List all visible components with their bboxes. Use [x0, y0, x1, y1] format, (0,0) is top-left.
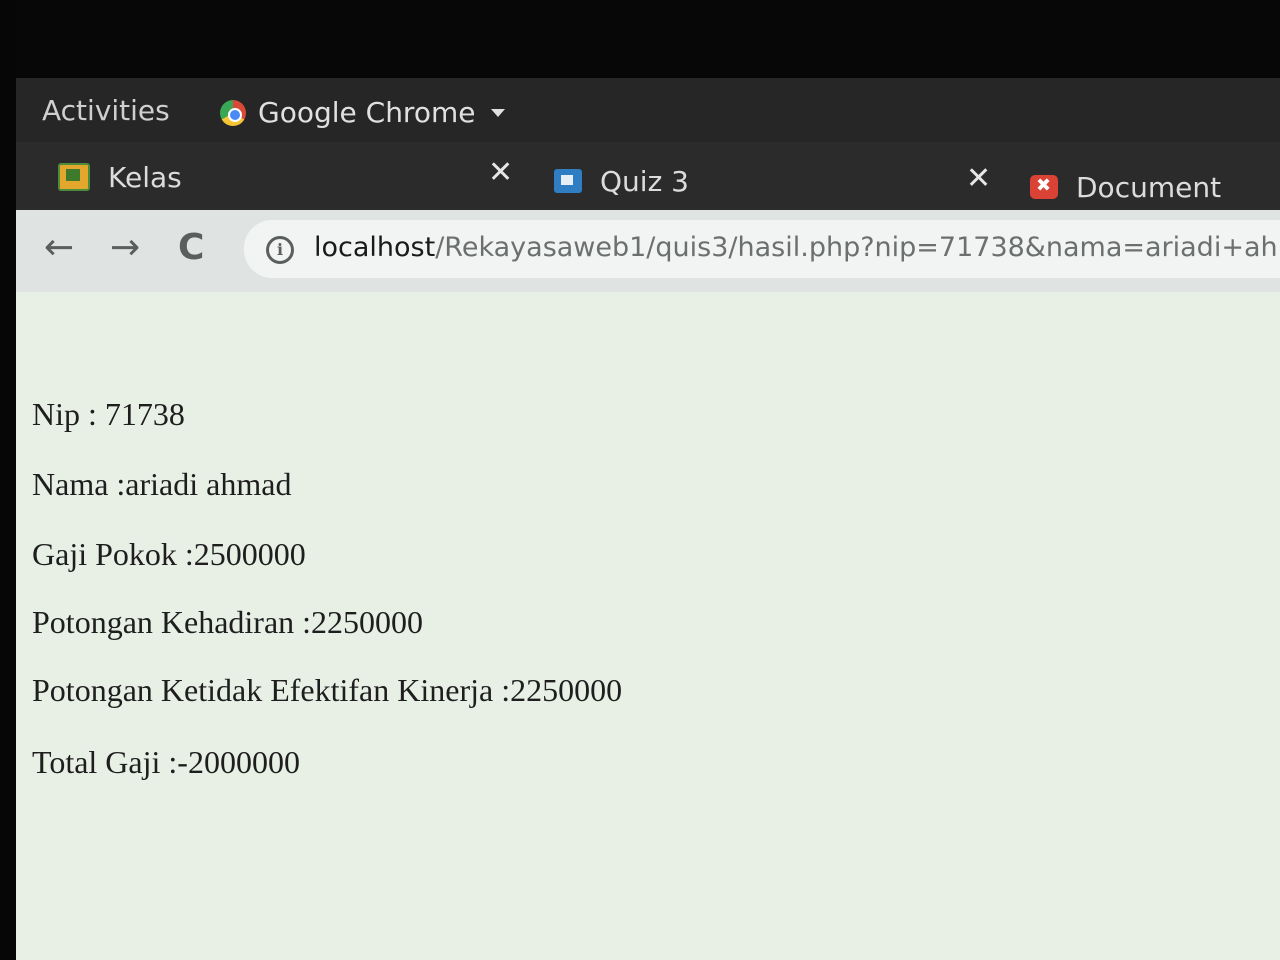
nip-line: Nip : 71738 [32, 396, 185, 432]
xampp-icon [1030, 175, 1058, 199]
tab-kelas[interactable]: Kelas [58, 154, 182, 200]
close-icon[interactable]: ✕ [966, 164, 991, 194]
url-host: localhost [314, 232, 436, 263]
total-gaji-line: Total Gaji :-2000000 [32, 744, 300, 780]
gaji-pokok-line: Gaji Pokok :2500000 [32, 536, 306, 572]
page-content: Nip : 71738 Nama :ariadi ahmad Gaji Poko… [16, 292, 1280, 960]
back-button[interactable]: ← [44, 228, 74, 268]
potongan-kinerja-line: Potongan Ketidak Efektifan Kinerja :2250… [32, 672, 623, 708]
screen-bezel-left [0, 0, 16, 960]
classroom-icon [58, 163, 90, 191]
tab-document[interactable]: Document [1030, 164, 1221, 210]
reload-button[interactable]: C [178, 228, 204, 268]
browser-toolbar: ← → C i localhost/Rekayasaweb1/quis3/has… [16, 210, 1280, 293]
tab-title: Kelas [108, 160, 182, 194]
forward-button[interactable]: → [110, 228, 140, 268]
desktop-top-bar: Activities Google Chrome [16, 78, 1280, 142]
nama-line: Nama :ariadi ahmad [32, 466, 292, 502]
screen-bezel-top [0, 0, 1280, 78]
chrome-icon [220, 99, 246, 126]
quiz-icon [554, 169, 582, 193]
tab-strip: Kelas ✕ Quiz 3 ✕ Document [16, 142, 1280, 210]
url-text[interactable]: localhost/Rekayasaweb1/quis3/hasil.php?n… [314, 232, 1280, 263]
app-menu[interactable]: Google Chrome [220, 96, 506, 129]
screen: Activities Google Chrome Kelas ✕ Quiz 3 … [16, 78, 1280, 960]
app-menu-label: Google Chrome [258, 96, 476, 129]
activities-button[interactable]: Activities [42, 94, 170, 127]
close-icon[interactable]: ✕ [488, 158, 513, 188]
url-path: /Rekayasaweb1/quis3/hasil.php?nip=71738&… [435, 232, 1280, 263]
tab-title: Document [1076, 170, 1222, 204]
chevron-down-icon [491, 108, 506, 117]
info-icon[interactable]: i [266, 236, 294, 264]
address-bar[interactable]: i localhost/Rekayasaweb1/quis3/hasil.php… [244, 220, 1280, 278]
potongan-kehadiran-line: Potongan Kehadiran :2250000 [32, 604, 424, 640]
tab-quiz-3[interactable]: Quiz 3 [554, 158, 689, 204]
tab-title: Quiz 3 [600, 164, 689, 198]
